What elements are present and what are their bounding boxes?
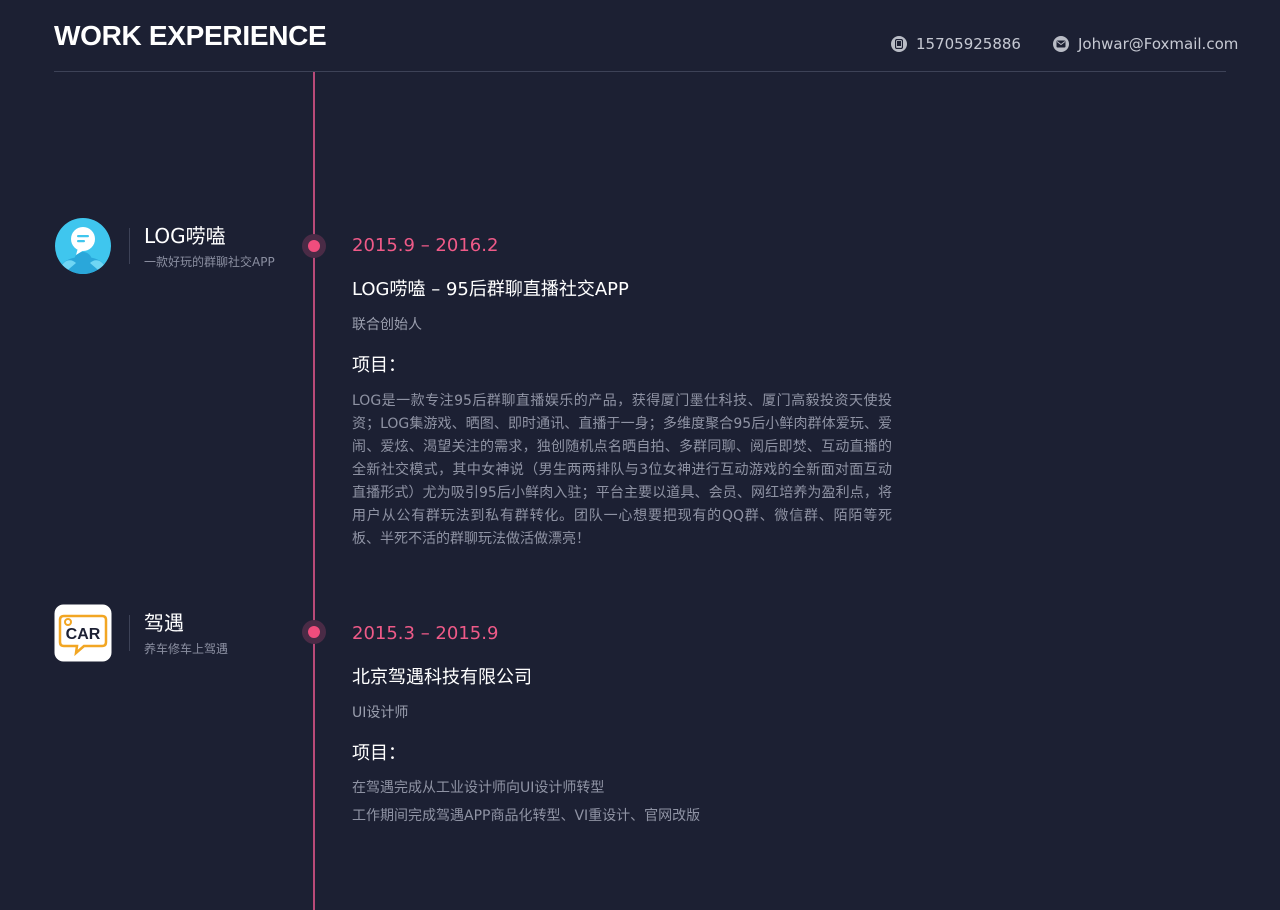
car-speech-bubble-icon: CAR — [54, 604, 112, 662]
project-label: 项目： — [352, 743, 406, 764]
company-name: LOG唠嗑 — [144, 223, 226, 248]
period: 2015.3 – 2015.9 — [352, 623, 499, 644]
company-tagline: 一款好玩的群聊社交APP — [144, 254, 275, 269]
page-title: WORK EXPERIENCE — [54, 20, 327, 51]
position-title: LOG唠嗑 – 95后群聊直播社交APP — [352, 279, 629, 300]
phone-contact[interactable]: 15705925886 — [891, 35, 1021, 53]
timeline-dot — [302, 620, 326, 644]
timeline-dot — [302, 234, 326, 258]
phone-icon — [891, 36, 907, 52]
experience-entry: 2015.9 – 2016.2 LOG唠嗑 – 95后群聊直播社交APP 联合创… — [352, 234, 892, 551]
project-label: 项目： — [352, 355, 406, 376]
company-divider — [129, 615, 130, 651]
chat-bubble-person-icon — [54, 217, 112, 275]
project-description-line: 工作期间完成驾遇APP商品化转型、VI重设计、官网改版 — [352, 808, 701, 824]
company-tagline: 养车修车上驾遇 — [144, 641, 229, 656]
company-name: 驾遇 — [144, 610, 184, 635]
project-description-line: 在驾遇完成从工业设计师向UI设计师转型 — [352, 780, 605, 796]
role: UI设计师 — [352, 705, 409, 721]
mail-icon — [1053, 36, 1069, 52]
email-address: Johwar@Foxmail.com — [1078, 35, 1239, 53]
logo-text: CAR — [66, 626, 101, 643]
project-description: LOG是一款专注95后群聊直播娱乐的产品，获得厦门墨仕科技、厦门高毅投资天使投资… — [352, 393, 892, 547]
email-contact[interactable]: Johwar@Foxmail.com — [1053, 35, 1238, 53]
phone-number: 15705925886 — [916, 35, 1021, 53]
position-title: 北京驾遇科技有限公司 — [352, 667, 532, 688]
role: 联合创始人 — [352, 317, 422, 333]
company-jiayu: CAR 驾遇 养车修车上驾遇 — [54, 604, 228, 662]
period: 2015.9 – 2016.2 — [352, 235, 499, 256]
company-divider — [129, 228, 130, 264]
company-log: LOG唠嗑 一款好玩的群聊社交APP — [54, 217, 275, 275]
header-divider — [54, 71, 1226, 72]
timeline-line — [313, 72, 315, 910]
experience-entry: 2015.3 – 2015.9 北京驾遇科技有限公司 UI设计师 项目： 在驾遇… — [352, 622, 892, 830]
